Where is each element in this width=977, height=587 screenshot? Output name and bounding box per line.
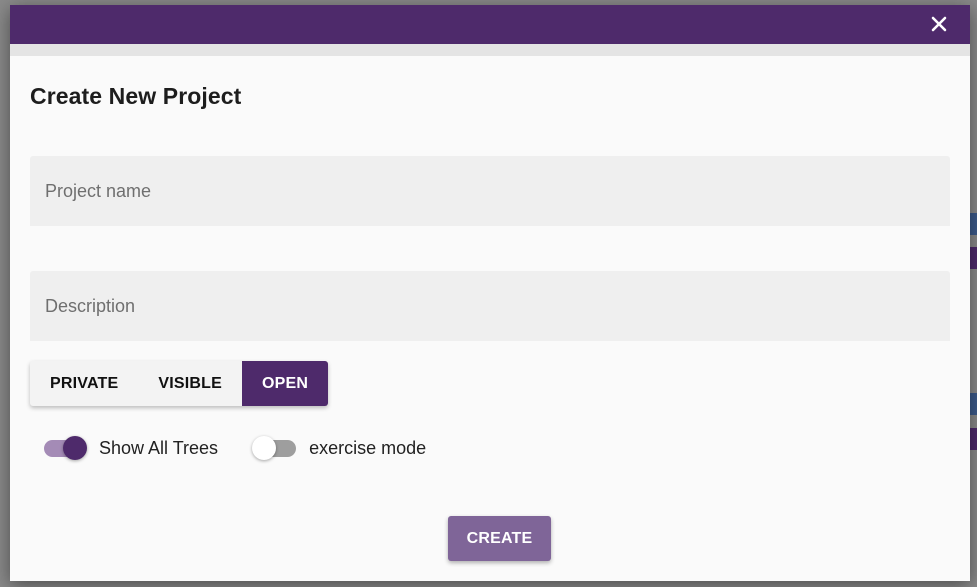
create-project-dialog: Create New Project PRIVATE VISIBLE OPEN … — [10, 5, 970, 581]
dialog-header — [10, 5, 970, 44]
dialog-title: Create New Project — [30, 83, 242, 109]
description-input[interactable] — [30, 271, 950, 341]
dialog-header-divider — [10, 44, 970, 56]
toggle-track — [44, 436, 87, 460]
visibility-open-button[interactable]: OPEN — [242, 361, 329, 406]
project-name-input[interactable] — [30, 156, 950, 226]
toggle-row: Show All Trees exercise mode — [44, 436, 427, 460]
exercise-mode-toggle[interactable]: exercise mode — [252, 436, 427, 460]
visibility-toggle-group: PRIVATE VISIBLE OPEN — [30, 361, 329, 406]
show-all-trees-toggle[interactable]: Show All Trees — [44, 436, 219, 460]
visibility-private-button[interactable]: PRIVATE — [30, 361, 138, 406]
toggle-knob — [63, 436, 87, 460]
toggle-knob — [252, 436, 277, 460]
create-button[interactable]: CREATE — [448, 516, 551, 561]
show-all-trees-label: Show All Trees — [99, 438, 219, 458]
visibility-visible-button[interactable]: VISIBLE — [138, 361, 242, 406]
toggle-track — [252, 436, 297, 460]
exercise-mode-label: exercise mode — [309, 438, 427, 458]
close-icon[interactable] — [928, 13, 950, 35]
